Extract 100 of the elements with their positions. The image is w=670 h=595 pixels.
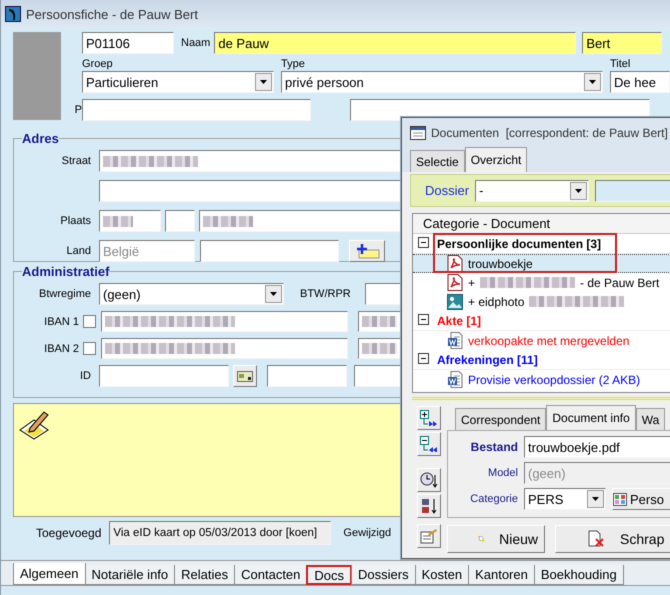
picture-file-icon bbox=[447, 294, 463, 310]
color-grid-icon bbox=[613, 492, 627, 506]
tab[interactable]: Contacten bbox=[234, 565, 308, 585]
id-card-button[interactable] bbox=[233, 365, 257, 387]
field-label: Groep bbox=[82, 58, 114, 70]
text-field[interactable] bbox=[165, 210, 195, 232]
id-field[interactable] bbox=[99, 365, 229, 387]
group-dropdown[interactable]: Particulieren bbox=[82, 71, 274, 93]
field-label: Plaats bbox=[59, 215, 91, 227]
iban-field[interactable] bbox=[101, 311, 348, 332]
dossier-dropdown[interactable]: - bbox=[475, 180, 590, 202]
field-label: Gewijzigd bbox=[343, 527, 392, 539]
field-label: Bestand bbox=[470, 440, 518, 454]
field-label: Categorie bbox=[469, 493, 518, 505]
category-button[interactable]: Perso bbox=[612, 488, 670, 510]
tab[interactable]: Document info bbox=[546, 405, 636, 430]
collapse-all-icon bbox=[420, 436, 438, 452]
field-label: P bbox=[74, 104, 82, 116]
add-address-button[interactable] bbox=[349, 240, 385, 262]
file-field[interactable]: trouwboekje.pdf bbox=[524, 436, 670, 458]
model-field: (geen) bbox=[524, 462, 670, 484]
category-row[interactable]: Akte [1] bbox=[413, 311, 670, 331]
text-field[interactable] bbox=[82, 99, 311, 121]
checkbox[interactable] bbox=[83, 342, 96, 355]
pdf-file-icon bbox=[447, 255, 463, 272]
document-row[interactable]: + eidphoto bbox=[413, 292, 670, 311]
sort-alphabetical-button[interactable] bbox=[417, 494, 441, 518]
dropdown-arrow-icon bbox=[270, 292, 277, 296]
dropdown-arrow-icon bbox=[575, 188, 582, 192]
tab[interactable]: Kantoren bbox=[468, 565, 535, 585]
dropdown-arrow-icon bbox=[592, 497, 599, 501]
field-label: ID bbox=[79, 370, 91, 382]
document-row[interactable]: Provisie verkoopdossier (2 AKB) bbox=[413, 370, 670, 389]
notepad-pencil-icon bbox=[18, 410, 50, 440]
field-label: Toegevoegd bbox=[36, 526, 102, 540]
tab[interactable]: Overzicht bbox=[464, 147, 528, 172]
text-field[interactable] bbox=[200, 240, 339, 262]
sort-by-date-button[interactable] bbox=[417, 468, 441, 492]
document-row[interactable]: trouwboekje bbox=[413, 254, 670, 273]
title-field[interactable]: De hee bbox=[610, 71, 670, 93]
dialog-title: Documenten [correspondent: de Pauw Bert] bbox=[431, 126, 668, 140]
section-heading: Administratief bbox=[22, 264, 110, 279]
tab[interactable]: Notariële info bbox=[84, 565, 176, 585]
pixelated-redaction bbox=[362, 316, 397, 327]
dropdown-arrow-icon bbox=[260, 80, 267, 84]
collapse-icon[interactable] bbox=[418, 314, 429, 324]
field-label: Titel bbox=[610, 58, 632, 70]
pixelated-redaction bbox=[362, 343, 397, 354]
dropdown-arrow-icon bbox=[589, 80, 596, 84]
pixelated-redaction bbox=[203, 216, 253, 226]
tab[interactable]: Kosten bbox=[414, 565, 470, 585]
tab[interactable]: Correspondent bbox=[455, 408, 546, 430]
document-row[interactable]: + - de Pauw Bert bbox=[413, 273, 670, 292]
delete-button[interactable]: Schrap bbox=[555, 525, 670, 553]
first-name-field[interactable]: Bert bbox=[582, 32, 662, 54]
tab[interactable]: Boekhouding bbox=[534, 565, 624, 585]
category-dropdown[interactable]: PERS bbox=[524, 488, 606, 510]
pixelated-redaction bbox=[103, 216, 133, 226]
delete-document-icon bbox=[586, 530, 606, 548]
field-label: Btwregime bbox=[38, 288, 91, 300]
column-header: Categorie - Document bbox=[413, 214, 670, 234]
category-row[interactable]: Afrekeningen [11] bbox=[413, 350, 670, 370]
id-card-icon bbox=[237, 370, 253, 382]
field-label: Dossier bbox=[425, 183, 470, 198]
document-row[interactable]: verkoopakte met mergevelden bbox=[413, 331, 670, 350]
field-label: Type bbox=[281, 58, 306, 70]
type-dropdown[interactable]: privé persoon bbox=[281, 71, 603, 93]
tab[interactable]: Selectie bbox=[410, 150, 465, 172]
vat-regime-dropdown[interactable]: (geen) bbox=[99, 283, 284, 305]
text-field[interactable] bbox=[267, 365, 347, 387]
text-field[interactable] bbox=[595, 180, 670, 202]
field-label: Naam bbox=[181, 37, 210, 49]
window-icon bbox=[410, 126, 426, 140]
expand-all-icon bbox=[420, 410, 438, 426]
collapse-icon[interactable] bbox=[418, 236, 429, 248]
tab[interactable]: Dossiers bbox=[351, 565, 416, 585]
iban-field[interactable] bbox=[101, 338, 348, 359]
tab[interactable]: Docs bbox=[306, 565, 352, 585]
name-field[interactable]: de Pauw bbox=[214, 32, 576, 54]
tab[interactable]: Wa bbox=[636, 408, 666, 430]
collapse-icon[interactable] bbox=[418, 352, 429, 364]
pdf-file-icon bbox=[447, 274, 463, 291]
settings-button[interactable] bbox=[417, 524, 441, 548]
new-button[interactable]: Nieuw bbox=[447, 525, 545, 553]
tab[interactable]: Relaties bbox=[174, 565, 236, 585]
expand-all-button[interactable] bbox=[417, 406, 441, 430]
collapse-all-button[interactable] bbox=[417, 432, 441, 456]
field-label: BTW/RPR bbox=[300, 288, 351, 300]
field-label: Land bbox=[66, 245, 91, 257]
postcode-field[interactable] bbox=[99, 210, 161, 232]
code-field[interactable]: P01106 bbox=[82, 32, 174, 54]
added-field: Via eID kaart op 05/03/2013 door [koen] bbox=[109, 521, 332, 545]
word-document-icon bbox=[447, 371, 463, 388]
field-label: Straat bbox=[60, 155, 91, 167]
field-label: IBAN 1 bbox=[43, 316, 79, 328]
checkbox[interactable] bbox=[83, 315, 96, 328]
word-document-icon bbox=[447, 332, 463, 349]
tab[interactable]: Algemeen bbox=[13, 563, 86, 585]
field-label: IBAN 2 bbox=[43, 342, 79, 354]
sort-arrow-icon bbox=[420, 497, 438, 515]
